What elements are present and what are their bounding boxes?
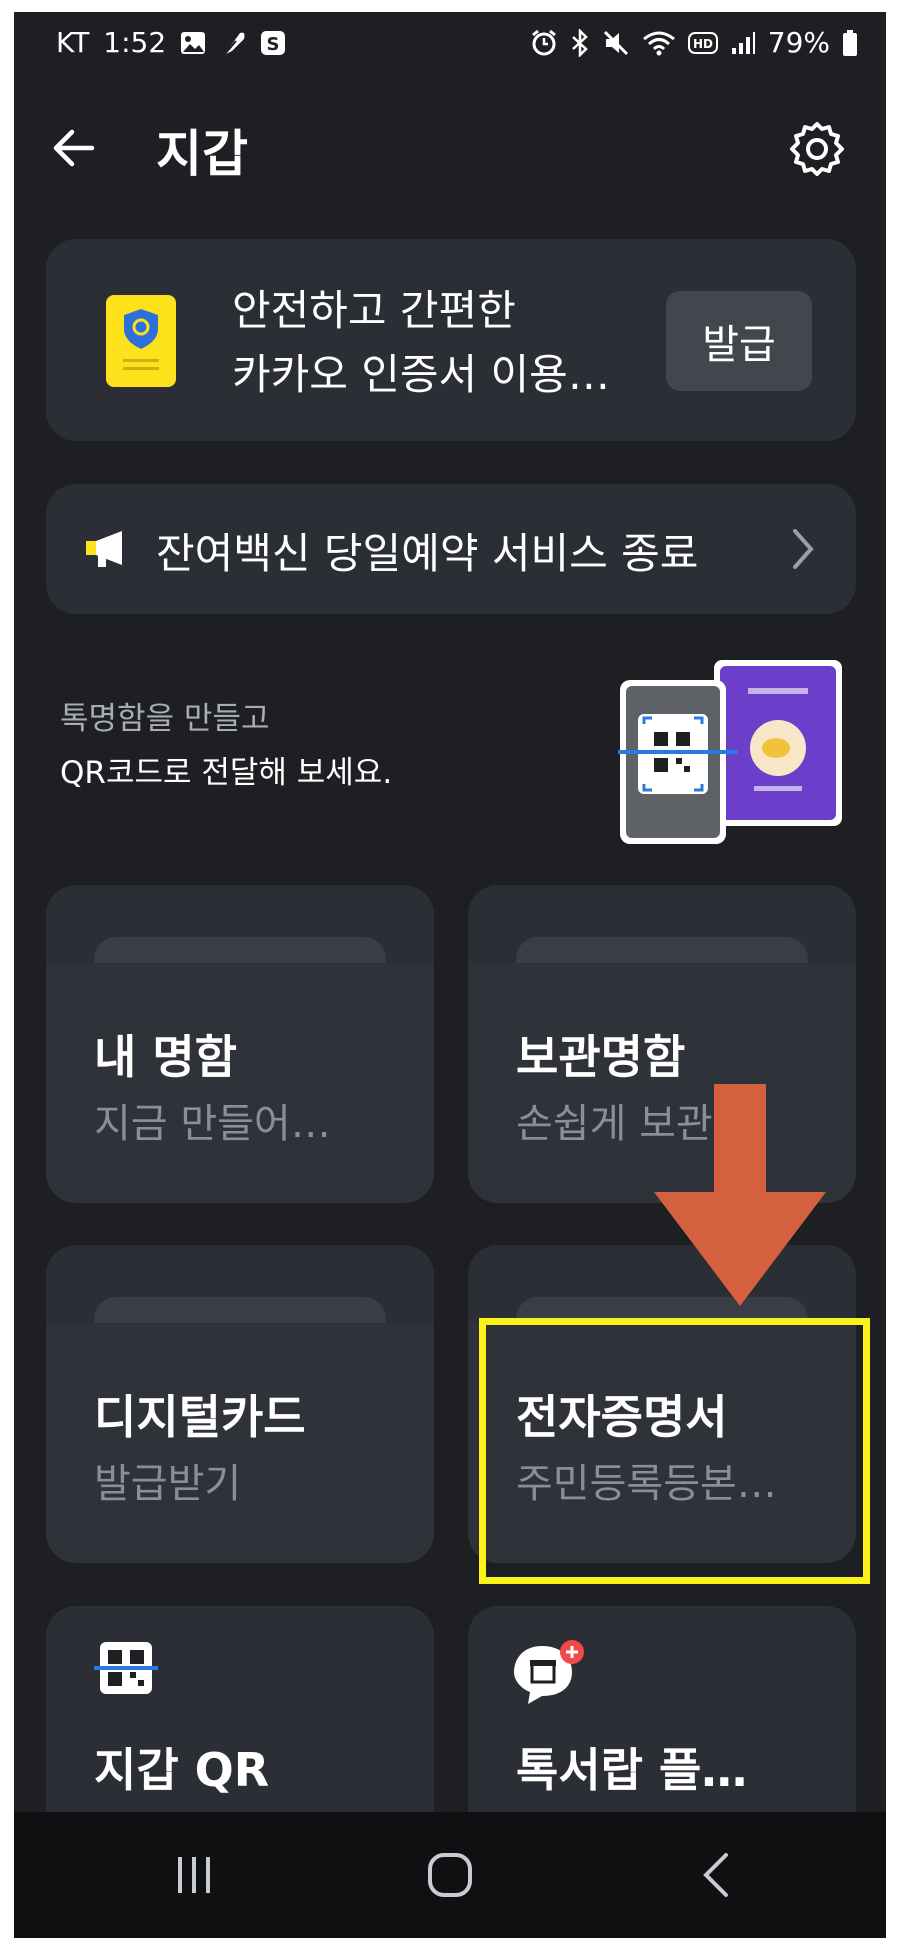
recent-apps-button[interactable] [114, 1812, 274, 1938]
system-nav-bar [14, 1812, 886, 1938]
alarm-icon [530, 29, 558, 57]
gallery-icon [180, 31, 206, 55]
s-icon: S [260, 30, 286, 56]
phone-screen: KT 1:52 S HD 79% 지갑 안전하고 간편한 카카오 인증서 이용…… [14, 12, 886, 1938]
gear-icon [790, 122, 844, 176]
megaphone-icon [84, 529, 130, 569]
status-bar: KT 1:52 S HD 79% [14, 12, 886, 70]
cert-shield-icon [106, 295, 176, 387]
feather-icon [220, 29, 246, 57]
battery-percent: 79% [767, 26, 830, 59]
tile-title: 톡서랍 플… [516, 1743, 748, 1797]
tile-digital-card[interactable]: 디지털카드 발급받기 [46, 1245, 434, 1563]
chevron-left-icon [703, 1853, 728, 1897]
cert-line-2: 카카오 인증서 이용… [232, 350, 610, 399]
bluetooth-icon [570, 28, 590, 57]
promo-text: 톡명함을 만들고 QR코드로 전달해 보세요. [60, 692, 392, 800]
issue-button[interactable]: 발급 [666, 291, 812, 391]
highlight-box [479, 1318, 870, 1584]
arrow-down-icon [654, 1084, 826, 1306]
tile-title: 내 명함 [94, 1030, 237, 1084]
cert-description: 안전하고 간편한 카카오 인증서 이용… [232, 279, 610, 407]
back-nav-button[interactable] [636, 1812, 796, 1938]
notice-text: 잔여백신 당일예약 서비스 종료 [156, 529, 699, 578]
svg-text:S: S [267, 34, 280, 55]
promo-line-2: QR코드로 전달해 보세요. [60, 755, 393, 791]
svg-text:HD: HD [693, 37, 713, 51]
clock: 1:52 [103, 26, 167, 59]
home-button[interactable] [370, 1812, 530, 1938]
tile-title: 디지털카드 [94, 1390, 306, 1444]
tile-subtitle: 발급받기 [94, 1461, 242, 1507]
screenshot-frame: KT 1:52 S HD 79% 지갑 안전하고 간편한 카카오 인증서 이용…… [0, 0, 900, 1950]
carrier-label: KT [56, 26, 90, 59]
settings-button[interactable] [788, 120, 846, 178]
wifi-icon [642, 29, 676, 57]
hd-icon: HD [687, 31, 718, 55]
tile-subtitle: 지금 만들어… [94, 1101, 331, 1147]
promo-line-1: 톡명함을 만들고 [60, 701, 270, 737]
mute-icon [602, 29, 630, 57]
notice-banner[interactable]: 잔여백신 당일예약 서비스 종료 [46, 484, 856, 614]
tile-my-card[interactable]: 내 명함 지금 만들어… [46, 885, 434, 1203]
drawer-chat-icon [508, 1636, 588, 1712]
tile-title: 보관명함 [516, 1030, 686, 1084]
kakao-cert-card[interactable]: 안전하고 간편한 카카오 인증서 이용… 발급 [46, 239, 856, 441]
signal-icon [730, 30, 756, 56]
home-icon [428, 1853, 472, 1897]
qr-code-icon [94, 1636, 158, 1700]
qr-card-illustration [618, 656, 846, 856]
back-button[interactable] [44, 118, 104, 178]
tile-title: 지갑 QR [94, 1743, 270, 1797]
page-title: 지갑 [156, 125, 248, 183]
app-header: 지갑 [14, 92, 886, 212]
recent-apps-icon [178, 1857, 210, 1893]
battery-icon [842, 29, 858, 57]
cert-line-1: 안전하고 간편한 [232, 286, 516, 335]
chevron-right-icon [790, 526, 816, 572]
back-arrow-icon [53, 129, 95, 167]
